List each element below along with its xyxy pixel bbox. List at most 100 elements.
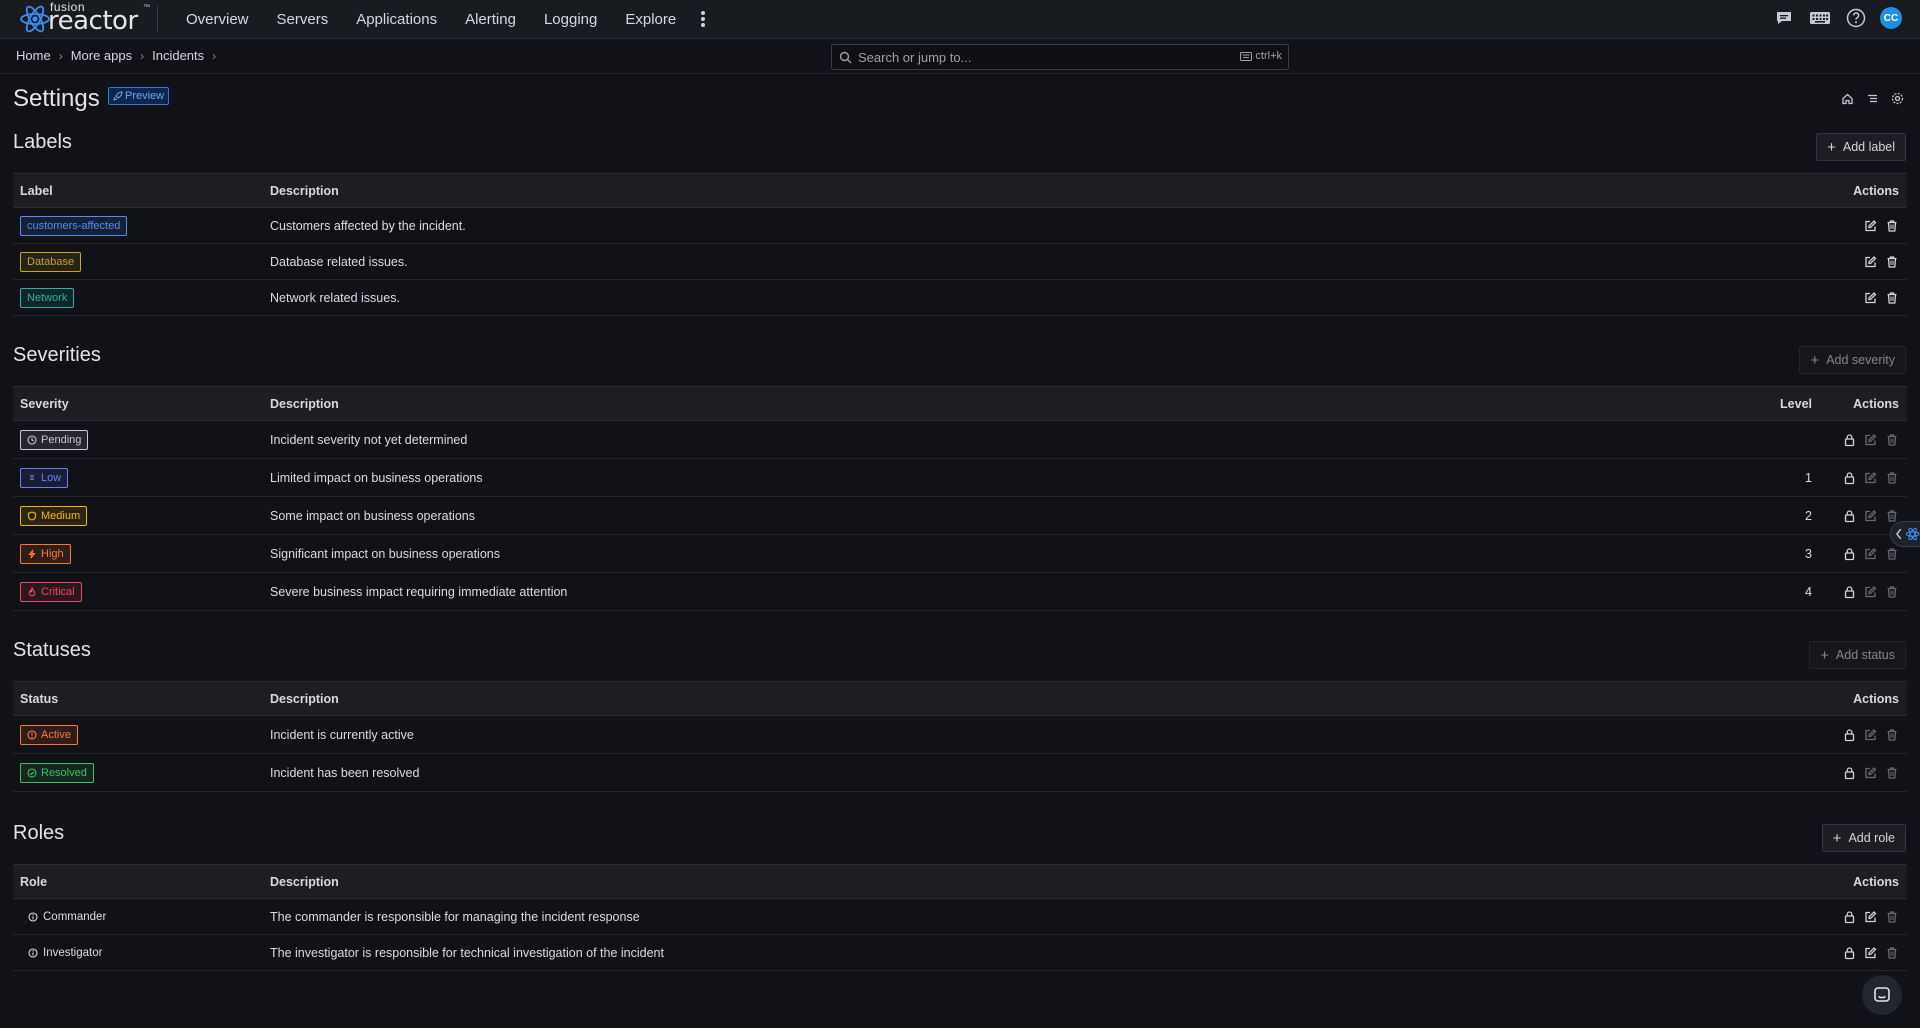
settings-icon[interactable]: [1891, 92, 1904, 105]
add-status-button[interactable]: + Add status: [1809, 641, 1906, 669]
trash-icon[interactable]: [1884, 508, 1899, 523]
role-label: Investigator: [43, 946, 103, 959]
row-level: 1: [1805, 470, 1812, 485]
trash-icon[interactable]: [1884, 290, 1899, 305]
nav-applications[interactable]: Applications: [356, 11, 437, 28]
chip-active: Active: [20, 724, 78, 745]
list-icon[interactable]: [1866, 92, 1879, 105]
table-row: Network Network related issues.: [13, 280, 1907, 316]
trash-icon[interactable]: [1884, 909, 1899, 924]
table-row: High Significant impact on business opera…: [13, 535, 1907, 573]
breadcrumb: Home › More apps › Incidents ›: [16, 48, 224, 63]
support-chat-button[interactable]: [1862, 975, 1902, 1015]
breadcrumb-separator-icon: ›: [212, 48, 217, 63]
nav-servers[interactable]: Servers: [277, 11, 329, 28]
lock-icon[interactable]: [1842, 727, 1857, 742]
lock-icon[interactable]: [1842, 470, 1857, 485]
trash-icon[interactable]: [1884, 765, 1899, 780]
nav-explore[interactable]: Explore: [625, 11, 676, 28]
plus-icon: +: [1810, 351, 1820, 369]
trash-icon[interactable]: [1884, 945, 1899, 960]
breadcrumb-home[interactable]: Home: [16, 48, 51, 63]
edit-icon[interactable]: [1863, 218, 1878, 233]
add-severity-text: Add severity: [1826, 353, 1895, 367]
col-description: Description: [270, 396, 339, 411]
chip-resolved: Resolved: [20, 762, 94, 783]
top-bar: fusion reactor ™ Overview Servers Applic…: [0, 0, 1920, 39]
trash-icon[interactable]: [1884, 432, 1899, 447]
home-icon[interactable]: [1841, 92, 1854, 105]
row-actions: [1842, 945, 1899, 960]
avatar[interactable]: CC: [1880, 7, 1902, 29]
labels-table: Label Description Actions customers-affe…: [13, 173, 1907, 316]
edit-icon[interactable]: [1863, 290, 1878, 305]
add-severity-button[interactable]: + Add severity: [1799, 346, 1906, 374]
edit-icon[interactable]: [1863, 765, 1878, 780]
edit-icon[interactable]: [1863, 945, 1878, 960]
chip-label: Resolved: [41, 766, 87, 779]
row-actions: [1842, 470, 1899, 485]
logo[interactable]: fusion reactor ™: [18, 0, 150, 38]
info-circle-icon: [27, 947, 38, 958]
side-panel-handle[interactable]: [1890, 521, 1920, 547]
row-actions: [1863, 254, 1899, 269]
edit-icon[interactable]: [1863, 508, 1878, 523]
edit-icon[interactable]: [1863, 727, 1878, 742]
roles-table: Role Description Actions Commander The co…: [13, 864, 1907, 971]
rocket-icon: [113, 91, 123, 101]
edit-icon[interactable]: [1863, 909, 1878, 924]
add-role-text: Add role: [1848, 831, 1895, 845]
col-role: Role: [20, 874, 48, 889]
chip-label: Database: [27, 255, 75, 268]
breadcrumb-more-apps[interactable]: More apps: [71, 48, 132, 63]
edit-icon[interactable]: [1863, 470, 1878, 485]
table-row: Medium Some impact on business operations…: [13, 497, 1907, 535]
lock-icon[interactable]: [1842, 909, 1857, 924]
trash-icon[interactable]: [1884, 727, 1899, 742]
trash-icon[interactable]: [1884, 470, 1899, 485]
table-row: Low Limited impact on business operations…: [13, 459, 1907, 497]
kebab-icon[interactable]: [698, 11, 708, 27]
row-description: Significant impact on business operation…: [270, 546, 500, 561]
lock-icon[interactable]: [1842, 508, 1857, 523]
col-severity: Severity: [20, 396, 69, 411]
table-row: Database Database related issues.: [13, 244, 1907, 280]
add-status-text: Add status: [1835, 648, 1895, 662]
trash-icon[interactable]: [1884, 218, 1899, 233]
breadcrumb-incidents[interactable]: Incidents: [152, 48, 204, 63]
row-level: 4: [1805, 584, 1812, 599]
keyboard-icon[interactable]: [1808, 6, 1832, 30]
lock-icon[interactable]: [1842, 432, 1857, 447]
row-description: Database related issues.: [270, 254, 408, 269]
breadcrumb-separator-icon: ›: [140, 48, 145, 63]
edit-icon[interactable]: [1863, 584, 1878, 599]
add-role-button[interactable]: + Add role: [1821, 824, 1906, 852]
lock-icon[interactable]: [1842, 765, 1857, 780]
row-level: 3: [1805, 546, 1812, 561]
chip-critical: Critical: [20, 581, 82, 602]
help-icon[interactable]: [1844, 6, 1868, 30]
statuses-table-body: Active Incident is currently active Resolv…: [13, 716, 1907, 792]
row-actions: [1863, 218, 1899, 233]
nav-logging[interactable]: Logging: [544, 11, 597, 28]
roles-table-header: Role Description Actions: [13, 864, 1907, 899]
col-description: Description: [270, 183, 339, 198]
chat-icon[interactable]: [1772, 6, 1796, 30]
edit-icon[interactable]: [1863, 432, 1878, 447]
lock-icon[interactable]: [1842, 584, 1857, 599]
trash-icon[interactable]: [1884, 584, 1899, 599]
clock-icon: [27, 434, 37, 445]
chip-network: Network: [20, 287, 75, 308]
trash-icon[interactable]: [1884, 254, 1899, 269]
search-input[interactable]: Search or jump to... ctrl+k: [831, 44, 1289, 70]
chip-database: Database: [20, 251, 82, 272]
lock-icon[interactable]: [1842, 546, 1857, 561]
lock-icon[interactable]: [1842, 945, 1857, 960]
edit-icon[interactable]: [1863, 254, 1878, 269]
nav-alerting[interactable]: Alerting: [465, 11, 516, 28]
trash-icon[interactable]: [1884, 546, 1899, 561]
shield-icon: [27, 510, 37, 521]
nav-overview[interactable]: Overview: [186, 11, 249, 28]
edit-icon[interactable]: [1863, 546, 1878, 561]
add-label-button[interactable]: + Add label: [1816, 133, 1906, 161]
